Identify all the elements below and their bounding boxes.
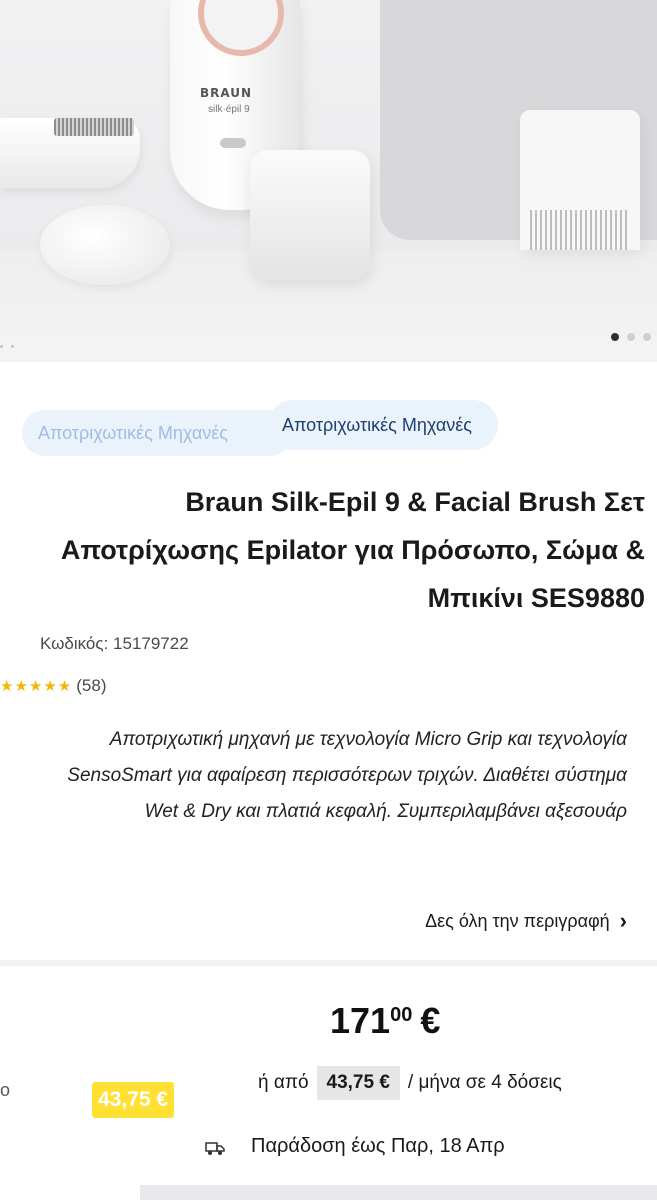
edge-text: ο bbox=[0, 1080, 11, 1100]
gallery-dot[interactable] bbox=[627, 333, 635, 341]
comb-teeth bbox=[530, 210, 630, 250]
gallery-dot[interactable] bbox=[643, 333, 651, 341]
product-rating[interactable]: ★★★★★ (58) bbox=[0, 676, 106, 696]
review-count[interactable]: (58) bbox=[76, 676, 106, 696]
left-indicator bbox=[0, 345, 14, 348]
product-title: Braun Silk-Epil 9 & Facial Brush Σετ Απο… bbox=[60, 487, 645, 613]
product-price: 171 00 € bbox=[330, 1000, 440, 1042]
bottom-bar bbox=[0, 1185, 657, 1200]
category-chip-ghost: Αποτριχωτικές Μηχανές bbox=[22, 410, 292, 456]
shaver-foil bbox=[54, 118, 134, 136]
gallery-pagination[interactable] bbox=[611, 333, 657, 341]
category-chip[interactable]: Αποτριχωτικές Μηχανές bbox=[268, 400, 498, 450]
product-image-gallery[interactable]: BRAUN silk·épil 9 bbox=[0, 0, 657, 362]
see-more-label: Δες όλη την περιγραφή bbox=[425, 910, 610, 931]
delivery-text: Παράδοση έως Παρ, 18 Απρ bbox=[251, 1135, 505, 1157]
delivery-truck-icon bbox=[205, 1141, 225, 1155]
see-full-description-link[interactable]: Δες όλη την περιγραφή › bbox=[425, 908, 627, 934]
device-brand-text: BRAUN bbox=[200, 86, 253, 100]
trimmer-comb-image bbox=[520, 110, 640, 250]
device-button bbox=[220, 138, 246, 148]
device-model-text: silk·épil 9 bbox=[208, 104, 250, 115]
product-description: Αποτριχωτική μηχανή με τεχνολογία Micro … bbox=[67, 729, 627, 822]
installment-badge: 43,75 € bbox=[92, 1082, 175, 1118]
cap-attachment-image bbox=[250, 150, 370, 280]
epilator-head bbox=[198, 0, 284, 56]
facial-brush-disc-image bbox=[40, 205, 170, 285]
section-divider bbox=[0, 960, 657, 966]
price-main: 171 bbox=[330, 1000, 391, 1041]
price-currency: € bbox=[420, 1000, 441, 1041]
chevron-right-icon: › bbox=[619, 908, 627, 933]
shaver-attachment-image bbox=[0, 118, 140, 188]
installment-info: ή από 43,75 € / μήνα σε 4 δόσεις bbox=[258, 1066, 562, 1100]
product-code: Κωδικός: 15179722 bbox=[40, 634, 189, 653]
delivery-info: Παράδοση έως Παρ, 18 Απρ bbox=[205, 1135, 505, 1158]
price-cents: 00 bbox=[390, 1004, 413, 1026]
installment-prefix: ή από bbox=[258, 1072, 309, 1093]
rating-stars-icon: ★★★★★ bbox=[0, 678, 73, 695]
installment-suffix: / μήνα σε 4 δόσεις bbox=[407, 1072, 562, 1093]
installment-amount: 43,75 € bbox=[316, 1066, 400, 1100]
gallery-dot-active[interactable] bbox=[611, 333, 619, 341]
